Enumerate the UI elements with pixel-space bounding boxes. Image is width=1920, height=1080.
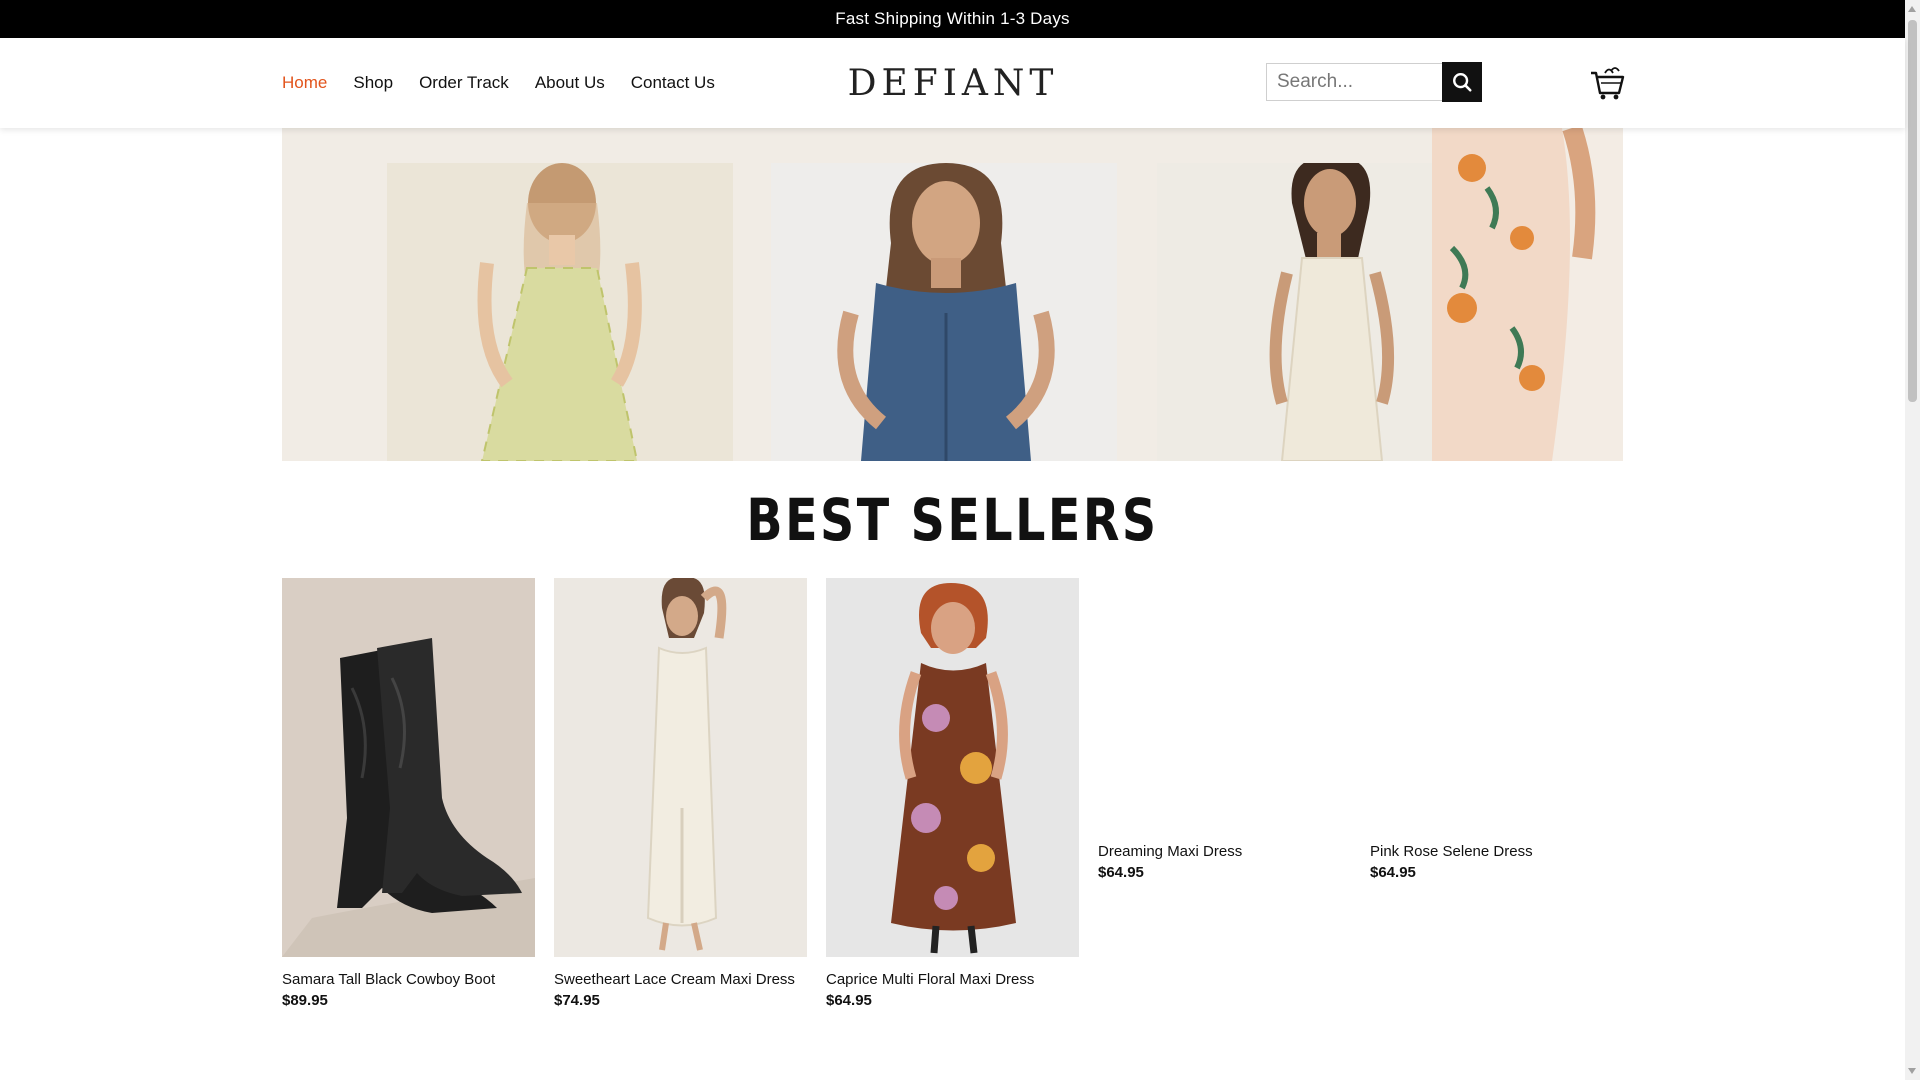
nav-home[interactable]: Home [282, 73, 327, 93]
search-icon [1453, 73, 1472, 92]
hero-model-denim-dress [771, 163, 1117, 461]
nav-contact-us[interactable]: Contact Us [631, 73, 715, 93]
product-price: $89.95 [282, 992, 328, 1009]
product-name[interactable]: Pink Rose Selene Dress [1370, 843, 1623, 861]
product-name[interactable]: Samara Tall Black Cowboy Boot [282, 971, 535, 989]
announcement-text: Fast Shipping Within 1-3 Days [835, 9, 1070, 28]
product-name[interactable]: Caprice Multi Floral Maxi Dress [826, 971, 1079, 989]
site-header: Home Shop Order Track About Us Contact U… [0, 38, 1905, 128]
product-price: $64.95 [1098, 864, 1144, 881]
hero-model-yellow-dress [387, 163, 733, 461]
brand-logo[interactable]: DEFIANT [848, 38, 1054, 128]
product-card[interactable]: Sweetheart Lace Cream Maxi Dress $74.95 [554, 578, 807, 1009]
scrollbar-thumb[interactable] [1908, 20, 1917, 402]
nav-about-us[interactable]: About Us [535, 73, 605, 93]
page-scrollbar[interactable] [1905, 0, 1920, 1080]
scroll-up-arrow[interactable] [1908, 6, 1916, 12]
hero-model-floral-dress [1432, 128, 1623, 461]
best-sellers-title: BEST SELLERS [746, 486, 1159, 554]
product-price: $64.95 [826, 992, 872, 1009]
product-image-boots[interactable] [282, 578, 535, 957]
product-card[interactable]: Pink Rose Selene Dress $64.95 [1370, 843, 1623, 881]
cart-icon [1591, 67, 1625, 100]
nav-order-track[interactable]: Order Track [419, 73, 509, 93]
product-image-lace-dress[interactable] [554, 578, 807, 957]
product-price: $64.95 [1370, 864, 1416, 881]
cart-button[interactable] [1589, 65, 1625, 101]
product-card[interactable]: Samara Tall Black Cowboy Boot $89.95 [282, 578, 535, 1009]
product-card[interactable]: Dreaming Maxi Dress $64.95 [1098, 843, 1351, 881]
announcement-bar: Fast Shipping Within 1-3 Days [0, 0, 1905, 38]
search-button[interactable] [1442, 62, 1482, 102]
scroll-down-arrow[interactable] [1908, 1068, 1916, 1074]
product-card[interactable]: Caprice Multi Floral Maxi Dress $64.95 [826, 578, 1079, 1009]
main-nav: Home Shop Order Track About Us Contact U… [282, 38, 715, 128]
product-name[interactable]: Sweetheart Lace Cream Maxi Dress [554, 971, 807, 989]
product-image-floral-dress[interactable] [826, 578, 1079, 957]
product-price: $74.95 [554, 992, 600, 1009]
search-form [1266, 62, 1482, 102]
hero-banner[interactable] [282, 128, 1623, 461]
search-input[interactable] [1266, 63, 1442, 101]
product-name[interactable]: Dreaming Maxi Dress [1098, 843, 1351, 861]
nav-shop[interactable]: Shop [353, 73, 393, 93]
